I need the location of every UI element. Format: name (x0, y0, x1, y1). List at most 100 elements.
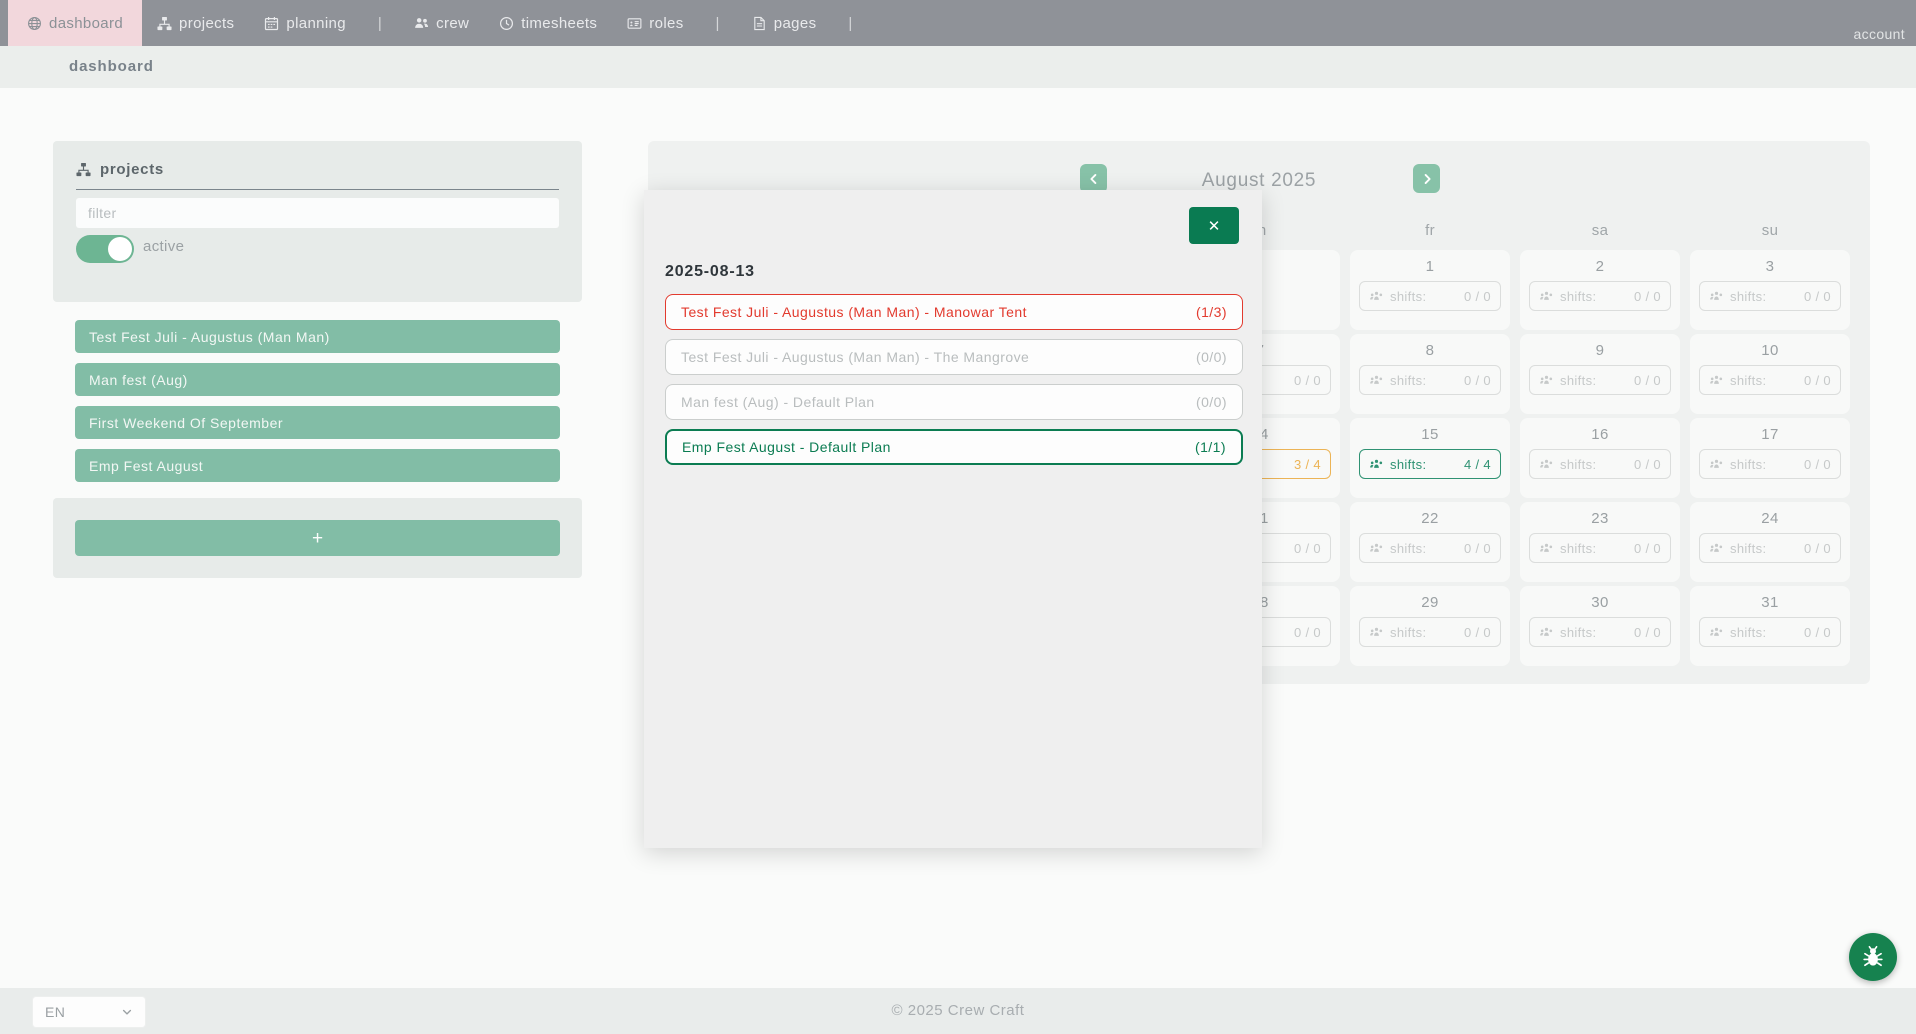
nav-item-crew[interactable]: crew (399, 0, 484, 46)
shifts-badge: shifts: 0 / 0 (1359, 533, 1501, 563)
shifts-label: shifts: (1730, 372, 1767, 388)
nav-item-projects[interactable]: projects (142, 0, 249, 46)
language-select[interactable]: EN (33, 997, 145, 1027)
project-button[interactable]: Test Fest Juli - Augustus (Man Man) (75, 320, 560, 353)
users-group-icon (1709, 541, 1724, 556)
users-group-icon (1369, 541, 1384, 556)
users-group-icon (1369, 289, 1384, 304)
shifts-label: shifts: (1560, 372, 1597, 388)
calendar-day-cell[interactable]: 31 shifts: 0 / 0 (1690, 586, 1850, 666)
calendar-day-cell[interactable]: 22 shifts: 0 / 0 (1350, 502, 1510, 582)
nav-item-pages[interactable]: pages (737, 0, 832, 46)
modal-date: 2025-08-13 (665, 263, 755, 280)
nav-item-timesheets[interactable]: timesheets (484, 0, 612, 46)
users-group-icon (1539, 373, 1554, 388)
globe-icon (27, 16, 42, 31)
plan-count: (1/1) (1194, 439, 1226, 455)
calendar-day-cell[interactable]: 30 shifts: 0 / 0 (1520, 586, 1680, 666)
calendar-day-cell[interactable]: 8 shifts: 0 / 0 (1350, 334, 1510, 414)
add-project-button[interactable]: + (75, 520, 560, 556)
calendar-day-cell[interactable]: 17 shifts: 0 / 0 (1690, 418, 1850, 498)
plan-row[interactable]: Test Fest Juli - Augustus (Man Man) - Th… (665, 339, 1243, 375)
toggle-knob (108, 237, 132, 261)
plan-label: Man fest (Aug) - Default Plan (681, 394, 875, 410)
calendar-day-cell[interactable]: 15 shifts: 4 / 4 (1350, 418, 1510, 498)
shifts-label: shifts: (1560, 288, 1597, 304)
plan-row[interactable]: Man fest (Aug) - Default Plan (0/0) (665, 384, 1243, 420)
users-group-icon (1369, 625, 1384, 640)
shifts-count: 0 / 0 (1803, 288, 1831, 304)
shifts-count: 4 / 4 (1463, 456, 1491, 472)
chevron-down-icon (121, 1006, 133, 1018)
day-detail-modal: ✕ 2025-08-13 Test Fest Juli - Augustus (… (644, 190, 1262, 848)
plan-label: Test Fest Juli - Augustus (Man Man) - Th… (681, 349, 1030, 365)
calendar-next-button[interactable] (1413, 164, 1440, 193)
shifts-label: shifts: (1730, 288, 1767, 304)
shifts-count: 0 / 0 (1463, 372, 1491, 388)
calendar-day-cell[interactable]: 24 shifts: 0 / 0 (1690, 502, 1850, 582)
shifts-label: shifts: (1560, 624, 1597, 640)
day-number: 22 (1421, 510, 1439, 527)
shifts-badge: shifts: 0 / 0 (1529, 365, 1671, 395)
calendar-day-cell[interactable]: 2 shifts: 0 / 0 (1520, 250, 1680, 330)
shifts-count: 0 / 0 (1293, 624, 1321, 640)
shifts-label: shifts: (1390, 372, 1427, 388)
projects-panel-title: projects (100, 161, 164, 178)
shifts-badge: shifts: 0 / 0 (1529, 449, 1671, 479)
shifts-count: 0 / 0 (1463, 288, 1491, 304)
shifts-badge: shifts: 0 / 0 (1699, 365, 1841, 395)
calendar-day-cell[interactable]: 1 shifts: 0 / 0 (1350, 250, 1510, 330)
filter-input[interactable] (76, 198, 559, 228)
breadcrumb-bar: dashboard (0, 46, 1916, 88)
users-group-icon (1539, 289, 1554, 304)
shifts-badge: shifts: 0 / 0 (1529, 617, 1671, 647)
top-nav: dashboard projects planning | crew timesheets… (0, 0, 1916, 46)
roles-icon (627, 16, 642, 31)
calendar-day-cell[interactable]: 16 shifts: 0 / 0 (1520, 418, 1680, 498)
nav-item-planning[interactable]: planning (249, 0, 361, 46)
shifts-count: 0 / 0 (1633, 540, 1661, 556)
nav-item-dashboard[interactable]: dashboard (8, 0, 143, 46)
nav-separator: | (377, 14, 383, 32)
users-group-icon (1709, 457, 1724, 472)
nav-item-label: timesheets (521, 14, 598, 32)
plan-row[interactable]: Emp Fest August - Default Plan (1/1) (665, 429, 1243, 465)
shifts-label: shifts: (1730, 624, 1767, 640)
weekday-label: fr (1425, 222, 1435, 239)
calendar-day-cell[interactable]: 23 shifts: 0 / 0 (1520, 502, 1680, 582)
shifts-count: 0 / 0 (1803, 624, 1831, 640)
project-button[interactable]: First Weekend Of September (75, 406, 560, 439)
shifts-count: 3 / 4 (1293, 456, 1321, 472)
project-button[interactable]: Man fest (Aug) (75, 363, 560, 396)
plan-row[interactable]: Test Fest Juli - Augustus (Man Man) - Ma… (665, 294, 1243, 330)
day-number: 2 (1595, 258, 1605, 275)
nav-item-label: crew (436, 14, 470, 32)
day-number: 29 (1421, 594, 1439, 611)
bug-report-button[interactable] (1849, 933, 1897, 981)
users-group-icon (1539, 541, 1554, 556)
shifts-count: 0 / 0 (1463, 540, 1491, 556)
calendar-day-cell[interactable]: 29 shifts: 0 / 0 (1350, 586, 1510, 666)
active-toggle[interactable] (76, 235, 134, 263)
add-project-panel: + (53, 498, 582, 578)
calendar-day-cell[interactable]: 10 shifts: 0 / 0 (1690, 334, 1850, 414)
calendar-day-cell[interactable]: 3 shifts: 0 / 0 (1690, 250, 1850, 330)
plan-label: Emp Fest August - Default Plan (682, 439, 891, 455)
nav-items: dashboard projects planning | crew timesheets… (0, 0, 870, 46)
shifts-badge: shifts: 0 / 0 (1359, 281, 1501, 311)
active-toggle-label: active (143, 238, 185, 255)
nav-item-label: dashboard (49, 14, 124, 32)
project-button[interactable]: Emp Fest August (75, 449, 560, 482)
day-number: 31 (1761, 594, 1779, 611)
shifts-badge: shifts: 0 / 0 (1359, 365, 1501, 395)
shifts-label: shifts: (1730, 456, 1767, 472)
breadcrumb[interactable]: dashboard (69, 58, 154, 75)
nav-item-roles[interactable]: roles (612, 0, 698, 46)
shifts-count: 0 / 0 (1803, 456, 1831, 472)
shifts-label: shifts: (1390, 540, 1427, 556)
calendar-day-cell[interactable]: 9 shifts: 0 / 0 (1520, 334, 1680, 414)
shifts-count: 0 / 0 (1633, 288, 1661, 304)
pages-icon (752, 16, 767, 31)
account-button[interactable]: account (1854, 26, 1905, 42)
modal-close-button[interactable]: ✕ (1189, 207, 1239, 244)
